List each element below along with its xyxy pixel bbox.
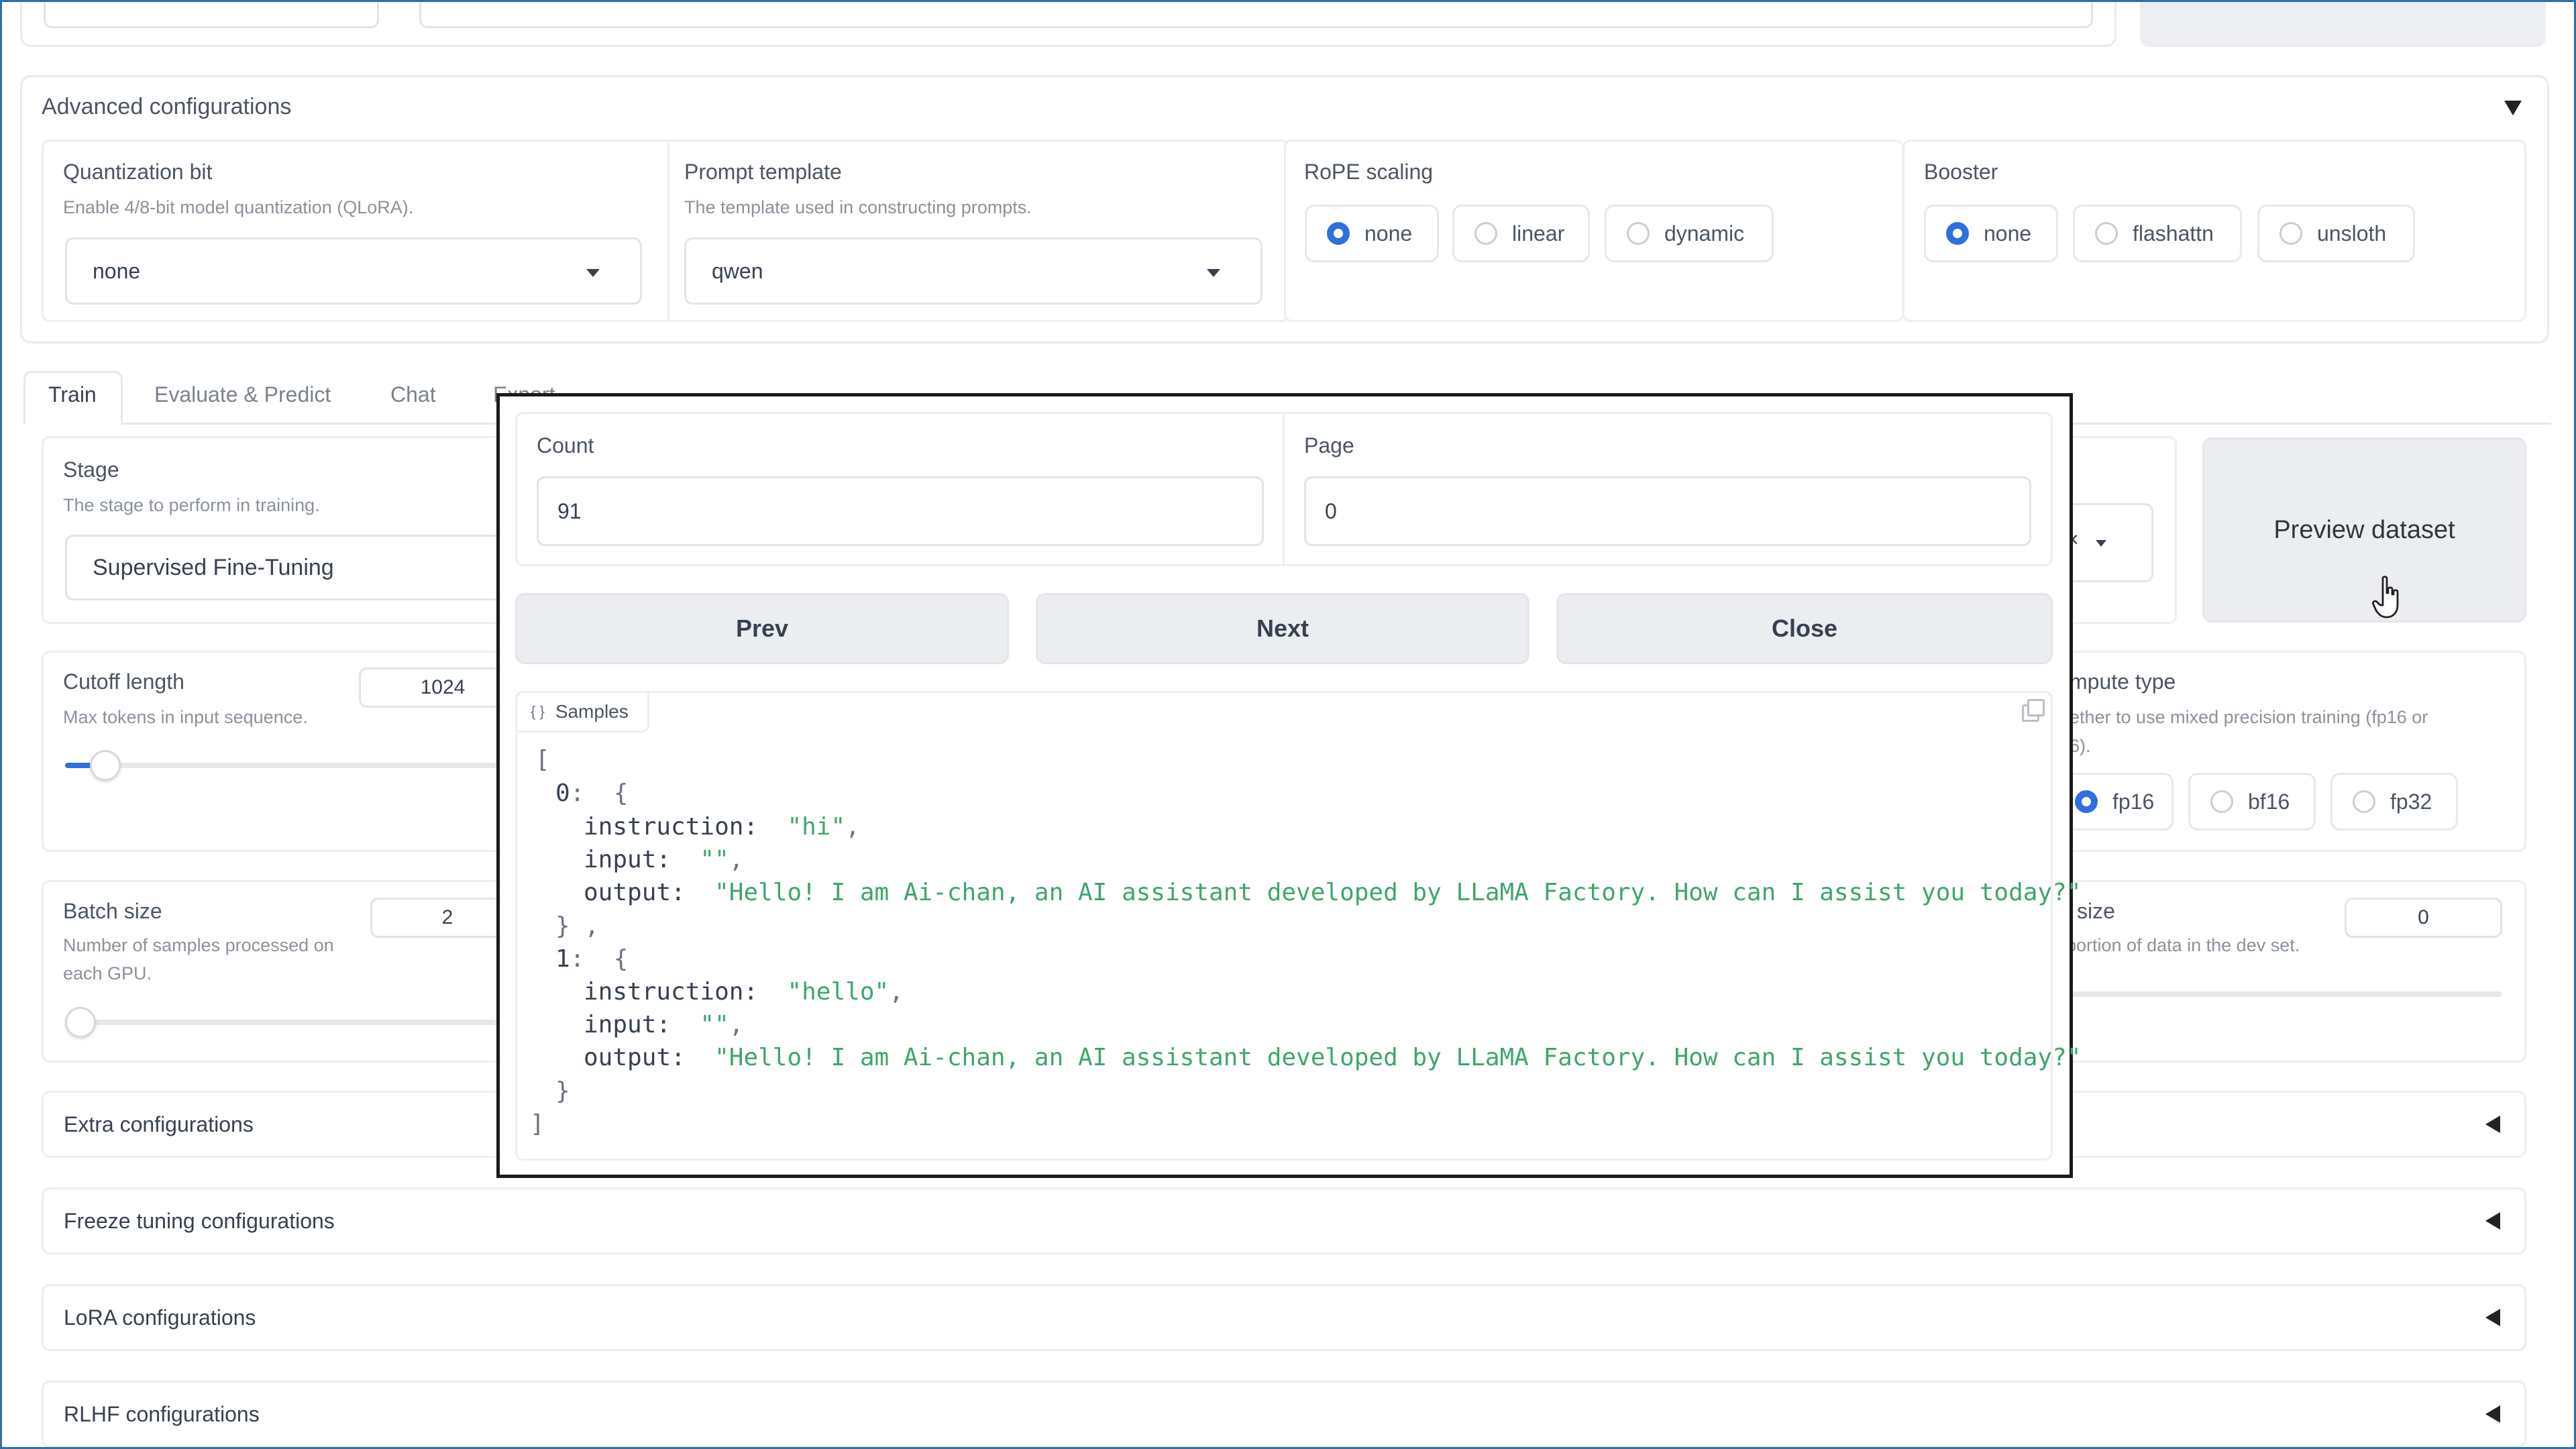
radio-icon bbox=[2095, 222, 2118, 245]
code-braces-icon: { } bbox=[531, 703, 545, 720]
cutoff-length-slider-thumb[interactable] bbox=[90, 750, 121, 781]
sample-1-output: output: "Hello! I am Ai-chan, an AI assi… bbox=[584, 1044, 2082, 1071]
expand-arrow-icon bbox=[2485, 1405, 2500, 1423]
expand-arrow-icon bbox=[2485, 1309, 2500, 1326]
booster-option-flashattn[interactable]: flashattn bbox=[2073, 205, 2242, 262]
quantization-label: Quantization bit bbox=[63, 160, 213, 184]
preview-dataset-button[interactable]: Preview dataset bbox=[2202, 437, 2526, 623]
page-label: Page bbox=[1304, 433, 1354, 458]
tab-train[interactable]: Train bbox=[48, 382, 97, 407]
quantization-dropdown[interactable]: none bbox=[65, 237, 642, 305]
tab-chat[interactable]: Chat bbox=[390, 382, 436, 407]
val-size-info: portion of data in the dev set. bbox=[2066, 935, 2300, 955]
stage-label: Stage bbox=[63, 458, 119, 482]
hand-cursor-icon bbox=[2372, 576, 2399, 619]
tab-evaluate-predict[interactable]: Evaluate & Predict bbox=[154, 382, 331, 407]
top-left-field[interactable] bbox=[44, 0, 379, 28]
rope-scaling-label: RoPE scaling bbox=[1304, 160, 1434, 184]
expand-arrow-icon bbox=[2485, 1116, 2500, 1133]
sample-0-instruction: instruction: "hi", bbox=[584, 813, 860, 841]
advanced-configurations-title[interactable]: Advanced configurations bbox=[42, 94, 291, 120]
freeze-tuning-configurations-accordion[interactable]: Freeze tuning configurations bbox=[42, 1187, 2526, 1254]
copy-icon[interactable] bbox=[2019, 698, 2045, 722]
val-size-slider-track[interactable] bbox=[2066, 991, 2502, 997]
chevron-down-icon bbox=[2096, 540, 2106, 547]
count-label: Count bbox=[537, 433, 594, 458]
sample-0-close: } , bbox=[555, 912, 600, 940]
cutoff-length-info: Max tokens in input sequence. bbox=[63, 707, 308, 727]
radio-icon bbox=[1627, 222, 1650, 245]
sample-1-index: 1: { bbox=[555, 945, 629, 973]
compute-option-bf16[interactable]: bf16 bbox=[2188, 773, 2316, 830]
batch-size-label: Batch size bbox=[63, 899, 162, 923]
sample-0-input: input: "", bbox=[584, 846, 744, 873]
batch-size-slider-track[interactable] bbox=[65, 1020, 535, 1025]
prev-button[interactable]: Prev bbox=[515, 593, 1009, 664]
rope-option-linear[interactable]: linear bbox=[1452, 205, 1590, 262]
page-input[interactable]: 0 bbox=[1304, 476, 2031, 546]
compute-option-fp32[interactable]: fp32 bbox=[2330, 773, 2458, 830]
json-close-bracket: ] bbox=[530, 1110, 545, 1138]
chevron-down-icon bbox=[1207, 269, 1220, 277]
quantization-info: Enable 4/8-bit model quantization (QLoRA… bbox=[63, 197, 414, 217]
top-action-button[interactable] bbox=[2140, 0, 2546, 47]
compute-type-info-1: ether to use mixed precision training (f… bbox=[2070, 707, 2428, 727]
samples-tag: { } Samples bbox=[515, 691, 649, 733]
radio-selected-icon bbox=[1946, 222, 1969, 245]
count-input[interactable]: 91 bbox=[537, 476, 1264, 546]
radio-icon bbox=[2353, 790, 2375, 813]
rope-option-dynamic[interactable]: dynamic bbox=[1605, 205, 1774, 262]
divider bbox=[1283, 412, 1285, 566]
samples-label: Samples bbox=[555, 701, 629, 722]
quantization-value: none bbox=[93, 258, 141, 283]
cutoff-length-slider-track[interactable] bbox=[65, 763, 535, 768]
prompt-template-value: qwen bbox=[712, 258, 763, 283]
batch-size-slider-thumb[interactable] bbox=[65, 1007, 96, 1038]
rlhf-configurations-accordion[interactable]: RLHF configurations bbox=[42, 1381, 2526, 1448]
prompt-template-dropdown[interactable]: qwen bbox=[684, 237, 1263, 305]
stage-value: Supervised Fine-Tuning bbox=[93, 554, 334, 580]
sample-0-output: output: "Hello! I am Ai-chan, an AI assi… bbox=[584, 879, 2082, 906]
json-open-bracket: [ bbox=[535, 746, 550, 773]
sample-1-instruction: instruction: "hello", bbox=[584, 978, 904, 1006]
booster-option-none[interactable]: none bbox=[1924, 205, 2058, 262]
sample-1-close: } bbox=[555, 1077, 570, 1105]
expand-arrow-icon bbox=[2485, 1212, 2500, 1230]
close-button[interactable]: Close bbox=[1556, 593, 2053, 664]
val-size-input[interactable]: 0 bbox=[2345, 898, 2502, 938]
radio-icon bbox=[2210, 790, 2233, 813]
sample-1-input: input: "", bbox=[584, 1011, 744, 1038]
collapse-arrow-icon[interactable] bbox=[2504, 101, 2522, 115]
prompt-template-info: The template used in constructing prompt… bbox=[684, 197, 1032, 217]
lora-configurations-accordion[interactable]: LoRA configurations bbox=[42, 1284, 2526, 1351]
chevron-down-icon bbox=[586, 269, 600, 277]
prompt-template-label: Prompt template bbox=[684, 160, 842, 184]
radio-selected-icon bbox=[1327, 222, 1350, 245]
radio-icon bbox=[1474, 222, 1497, 245]
stage-info: The stage to perform in training. bbox=[63, 495, 320, 515]
batch-size-info-2: each GPU. bbox=[63, 963, 152, 983]
top-wide-field[interactable] bbox=[419, 0, 2093, 28]
rope-option-none[interactable]: none bbox=[1305, 205, 1439, 262]
radio-selected-icon bbox=[2075, 790, 2098, 813]
radio-icon bbox=[2279, 222, 2302, 245]
booster-label: Booster bbox=[1924, 160, 1998, 184]
stage-dropdown[interactable]: Supervised Fine-Tuning bbox=[65, 535, 535, 600]
divider bbox=[667, 140, 669, 322]
samples-json-panel bbox=[515, 691, 2053, 1161]
cutoff-length-label: Cutoff length bbox=[63, 669, 184, 694]
batch-size-info-1: Number of samples processed on bbox=[63, 935, 334, 955]
compute-type-label: mpute type bbox=[2070, 669, 2176, 694]
booster-option-unsloth[interactable]: unsloth bbox=[2257, 205, 2415, 262]
sample-0-index: 0: { bbox=[555, 780, 629, 807]
next-button[interactable]: Next bbox=[1036, 593, 1529, 664]
